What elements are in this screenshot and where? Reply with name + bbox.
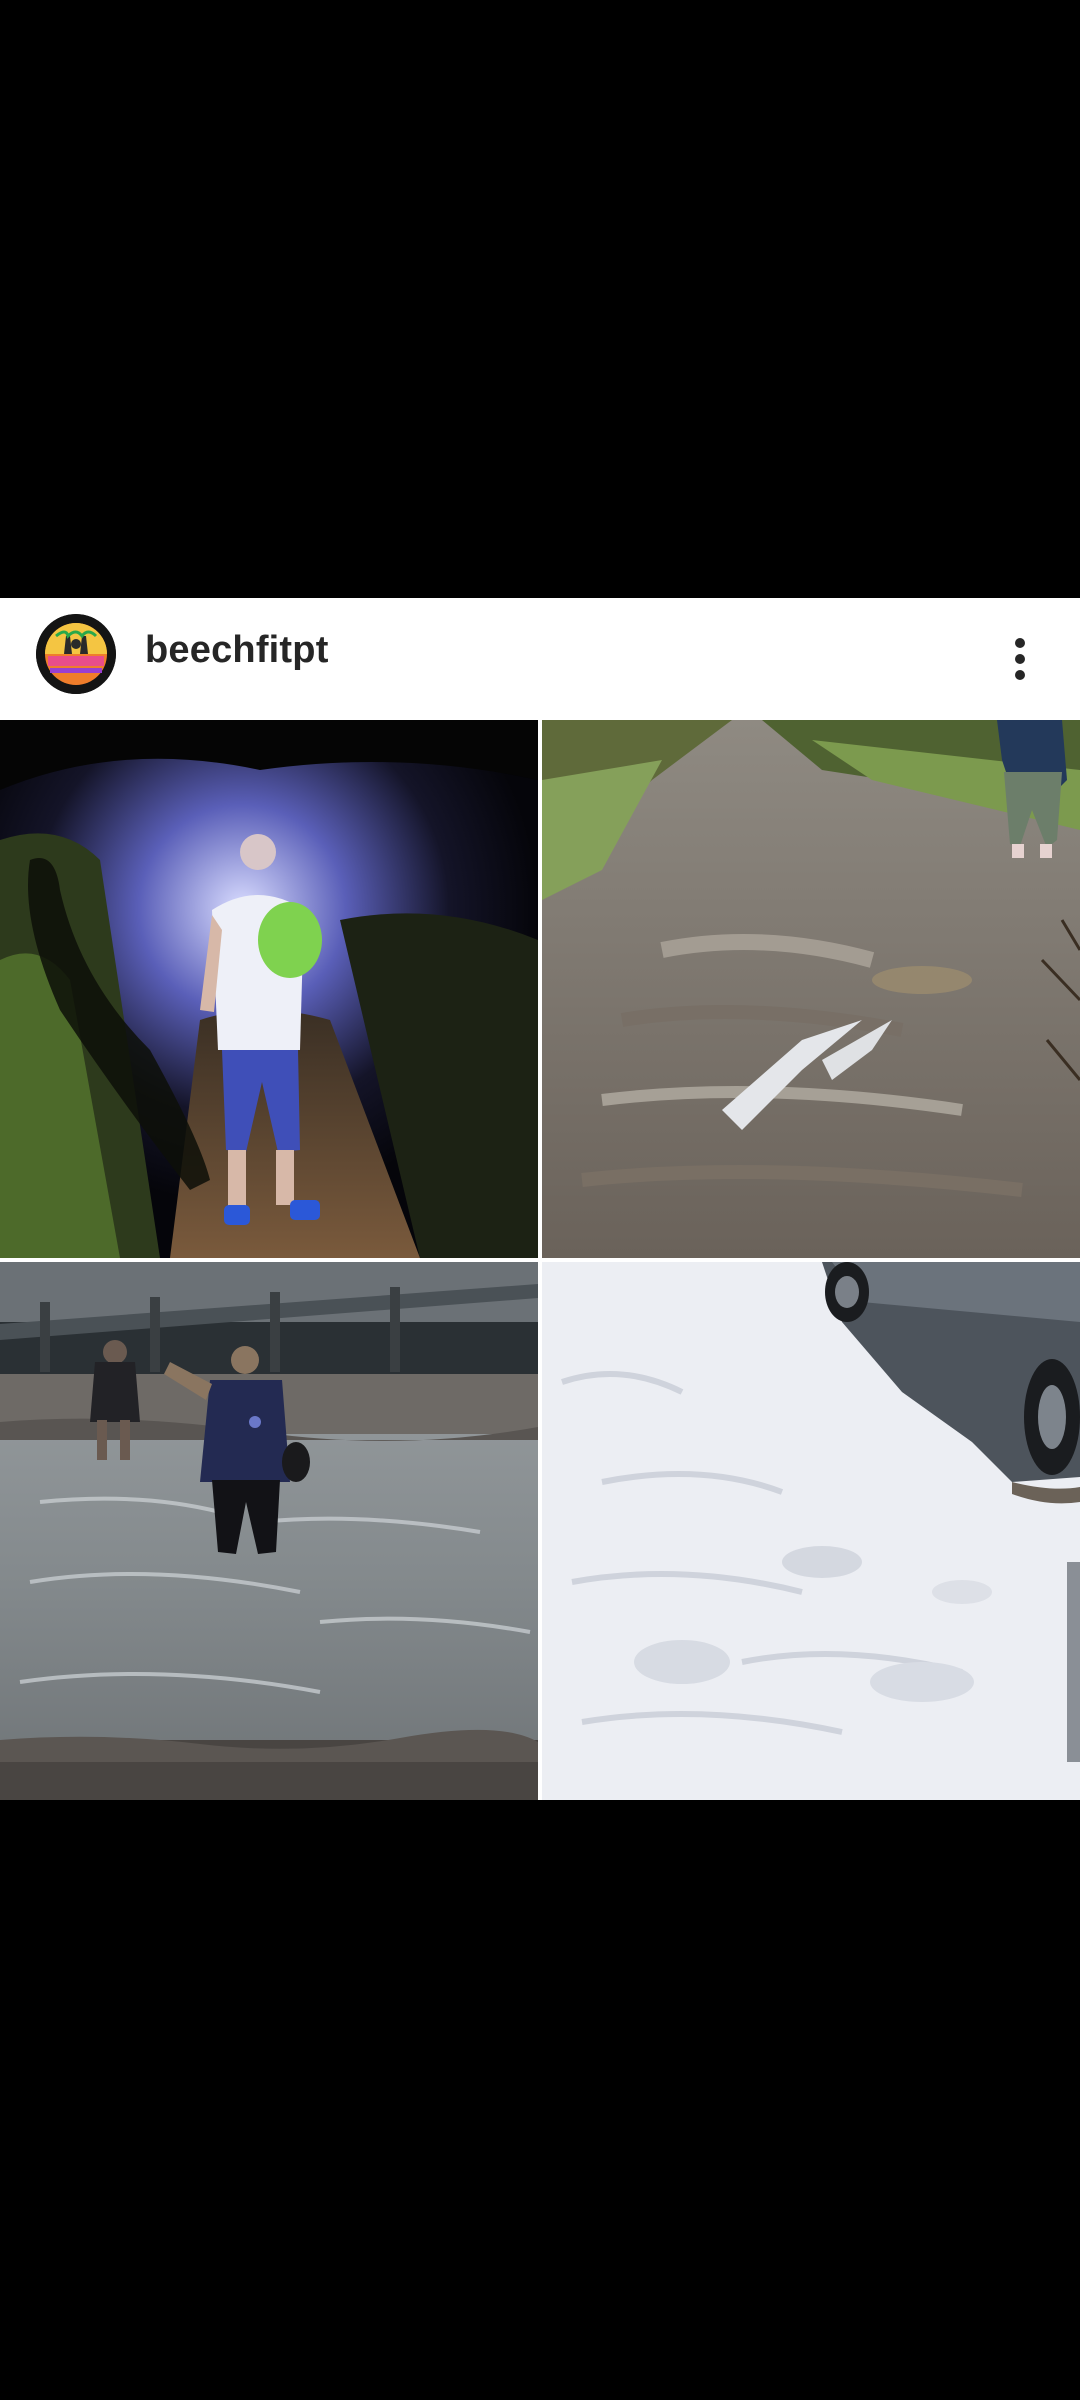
beech-fit-logo-icon [36,614,116,694]
more-vertical-icon [1015,638,1025,680]
river-crossing-photo [0,1262,538,1800]
more-options-button[interactable] [960,598,1080,720]
screen: beechfitpt [0,0,1080,2400]
muddy-trail-photo [542,720,1080,1258]
avatar[interactable] [36,614,116,694]
post-image-collage[interactable] [0,720,1080,1800]
post-header: beechfitpt [0,598,1080,720]
snow-ground-photo [542,1262,1080,1800]
username[interactable]: beechfitpt [145,628,329,672]
night-walk-photo [0,720,538,1258]
